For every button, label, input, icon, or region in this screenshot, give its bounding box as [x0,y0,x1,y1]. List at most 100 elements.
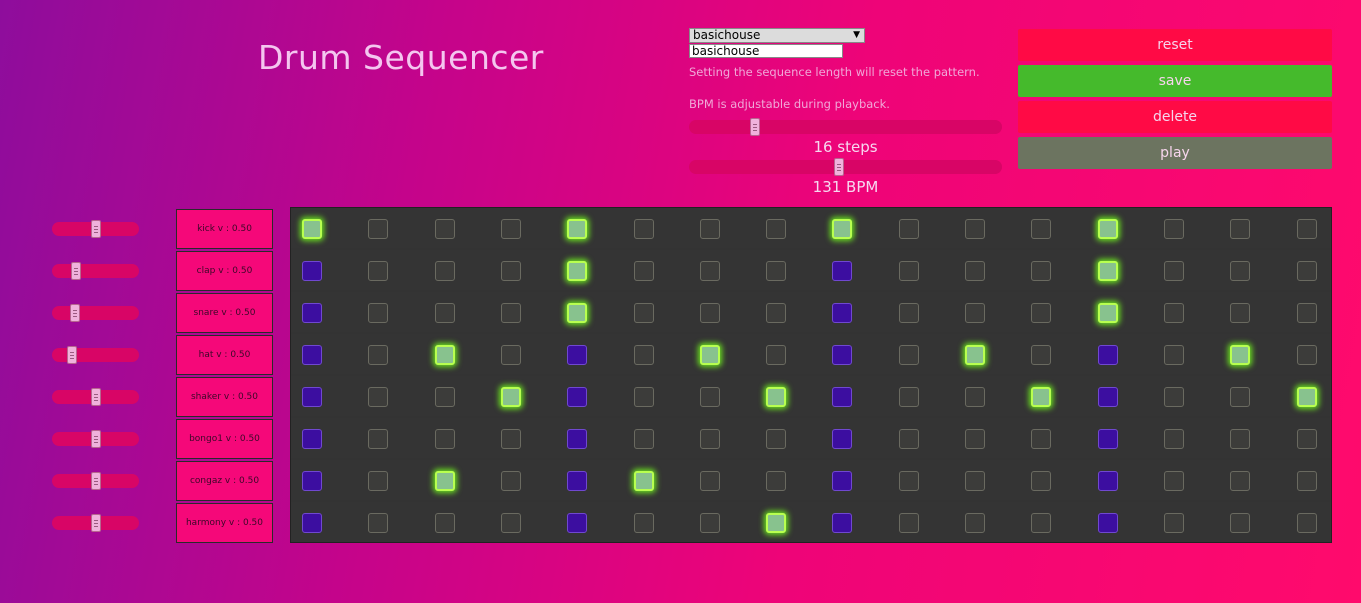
step-cell[interactable] [898,387,919,407]
step-cell[interactable] [965,387,985,407]
preset-select[interactable]: basichouse ▼ [689,28,865,43]
step-cell[interactable] [1230,345,1251,365]
step-cell[interactable] [699,261,720,281]
volume-slider[interactable] [52,346,139,364]
step-cell[interactable] [500,513,521,533]
bpm-slider-handle[interactable] [834,158,845,176]
step-cell[interactable] [1031,261,1052,281]
step-cell[interactable] [302,387,322,407]
step-cell[interactable] [1163,345,1184,365]
step-cell[interactable] [1097,219,1118,239]
step-cell[interactable] [1163,513,1184,533]
step-cell[interactable] [965,345,985,365]
step-cell[interactable] [965,471,985,491]
step-cell[interactable] [1097,303,1118,323]
step-cell[interactable] [1163,471,1184,491]
step-cell[interactable] [434,345,455,365]
step-cell[interactable] [1296,471,1317,491]
step-cell[interactable] [1097,429,1118,449]
bpm-slider[interactable] [689,158,1002,176]
step-cell[interactable] [1163,429,1184,449]
step-cell[interactable] [1031,513,1052,533]
delete-button[interactable]: delete [1018,101,1332,133]
steps-slider-handle[interactable] [749,118,760,136]
step-cell[interactable] [368,387,389,407]
step-cell[interactable] [1296,261,1317,281]
step-cell[interactable] [567,387,588,407]
step-cell[interactable] [699,471,720,491]
step-cell[interactable] [1230,219,1251,239]
step-cell[interactable] [368,345,389,365]
step-cell[interactable] [500,345,521,365]
step-cell[interactable] [633,261,654,281]
step-cell[interactable] [1097,261,1118,281]
step-cell[interactable] [1230,261,1251,281]
step-cell[interactable] [766,219,787,239]
step-cell[interactable] [567,345,588,365]
step-cell[interactable] [965,429,985,449]
step-cell[interactable] [699,429,720,449]
step-cell[interactable] [766,513,787,533]
volume-slider-handle[interactable] [90,472,101,490]
steps-slider[interactable] [689,118,1002,136]
step-cell[interactable] [633,429,654,449]
volume-slider[interactable] [52,304,139,322]
step-cell[interactable] [1163,387,1184,407]
step-cell[interactable] [699,513,720,533]
step-cell[interactable] [832,303,853,323]
step-cell[interactable] [567,429,588,449]
step-cell[interactable] [500,471,521,491]
step-cell[interactable] [567,471,588,491]
step-cell[interactable] [1097,387,1118,407]
step-cell[interactable] [302,345,322,365]
step-cell[interactable] [302,429,322,449]
step-cell[interactable] [1230,429,1251,449]
step-cell[interactable] [633,513,654,533]
step-cell[interactable] [434,303,455,323]
volume-slider-handle[interactable] [90,388,101,406]
step-cell[interactable] [898,261,919,281]
step-cell[interactable] [500,219,521,239]
step-cell[interactable] [1296,345,1317,365]
step-cell[interactable] [832,387,853,407]
step-cell[interactable] [368,219,389,239]
step-cell[interactable] [965,303,985,323]
step-cell[interactable] [500,261,521,281]
step-cell[interactable] [633,387,654,407]
save-button[interactable]: save [1018,65,1332,97]
step-cell[interactable] [898,471,919,491]
step-cell[interactable] [302,513,322,533]
step-cell[interactable] [633,345,654,365]
volume-slider[interactable] [52,430,139,448]
step-cell[interactable] [898,429,919,449]
step-cell[interactable] [832,429,853,449]
volume-slider-handle[interactable] [90,430,101,448]
step-cell[interactable] [434,387,455,407]
step-cell[interactable] [699,345,720,365]
preset-name-field[interactable]: basichouse [689,44,843,58]
volume-slider[interactable] [52,388,139,406]
step-cell[interactable] [699,387,720,407]
step-cell[interactable] [368,303,389,323]
step-cell[interactable] [1296,303,1317,323]
step-cell[interactable] [766,345,787,365]
step-cell[interactable] [1031,219,1052,239]
step-cell[interactable] [965,513,985,533]
step-cell[interactable] [500,303,521,323]
step-cell[interactable] [766,261,787,281]
step-cell[interactable] [368,471,389,491]
step-cell[interactable] [898,219,919,239]
volume-slider[interactable] [52,262,139,280]
step-cell[interactable] [1097,513,1118,533]
step-cell[interactable] [500,429,521,449]
step-cell[interactable] [1230,387,1251,407]
step-cell[interactable] [1296,513,1317,533]
volume-slider-handle[interactable] [90,220,101,238]
step-cell[interactable] [766,303,787,323]
step-cell[interactable] [1031,471,1052,491]
reset-button[interactable]: reset [1018,29,1332,61]
volume-slider[interactable] [52,472,139,490]
step-cell[interactable] [832,261,853,281]
step-cell[interactable] [1296,387,1317,407]
step-cell[interactable] [302,261,322,281]
